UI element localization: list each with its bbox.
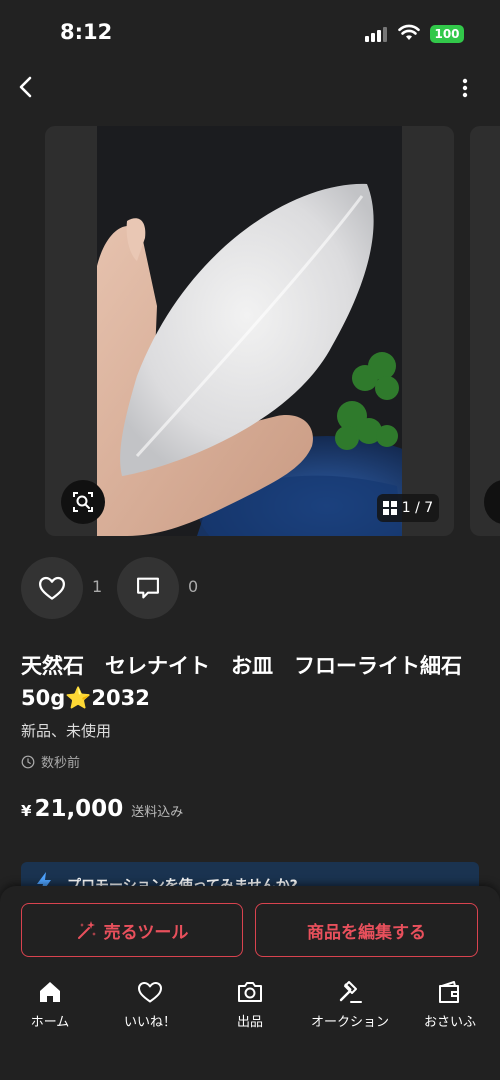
price-amount: 21,000 xyxy=(34,796,124,822)
battery-indicator: 100 xyxy=(430,25,464,43)
scan-search-icon xyxy=(73,492,93,512)
zoom-button[interactable] xyxy=(61,480,105,524)
tab-home-label: ホーム xyxy=(30,1015,70,1030)
image-card[interactable] xyxy=(45,126,454,536)
tab-likes-label: いいね！ xyxy=(123,1015,176,1030)
tab-bar: ホーム いいね！ 出品 オークション おさいふ xyxy=(0,978,500,1034)
magic-wand-icon xyxy=(77,921,96,939)
comment-icon xyxy=(137,577,159,599)
like-button[interactable] xyxy=(21,557,83,619)
tab-likes[interactable]: いいね！ xyxy=(100,978,200,1034)
tab-wallet-label: おさいふ xyxy=(423,1015,476,1030)
sell-tools-label: 売るツール xyxy=(103,922,189,943)
more-vertical-icon[interactable] xyxy=(455,76,475,100)
grid-icon xyxy=(382,501,397,515)
bottom-panel: 売るツール 商品を編集する ホーム いいね！ 出品 オークション おさいふ xyxy=(0,886,500,1080)
posted-time-text: 数秒前 xyxy=(41,756,81,771)
tab-listing-label: 出品 xyxy=(236,1015,263,1030)
tab-home[interactable]: ホーム xyxy=(0,978,100,1034)
image-counter-text: 1 / 7 xyxy=(401,500,434,516)
gavel-icon xyxy=(339,981,362,1003)
tab-auction[interactable]: オークション xyxy=(300,978,400,1034)
back-arrow-icon[interactable] xyxy=(14,74,40,100)
camera-icon xyxy=(238,982,262,1002)
cellular-signal-icon xyxy=(365,26,389,42)
edit-item-label: 商品を編集する xyxy=(307,922,426,943)
currency-symbol: ¥ xyxy=(21,802,32,820)
tab-wallet[interactable]: おさいふ xyxy=(400,978,500,1034)
clock-icon xyxy=(21,755,35,768)
home-icon xyxy=(40,982,60,1002)
tab-auction-label: オークション xyxy=(310,1015,389,1030)
heart-icon xyxy=(39,576,65,600)
wifi-icon xyxy=(398,24,420,40)
price: ¥ 21,000 送料込み xyxy=(21,796,183,822)
status-time: 8:12 xyxy=(60,20,113,44)
next-image-card[interactable] xyxy=(470,126,500,536)
product-photo[interactable] xyxy=(97,126,402,536)
shipping-note: 送料込み xyxy=(131,805,184,820)
comment-count: 0 xyxy=(188,577,199,596)
heart-icon xyxy=(138,982,162,1003)
comment-button[interactable] xyxy=(117,557,179,619)
like-count: 1 xyxy=(92,577,103,596)
tab-listing[interactable]: 出品 xyxy=(200,978,300,1034)
image-counter: 1 / 7 xyxy=(377,494,439,522)
status-bar: 8:12 100 xyxy=(0,0,500,66)
image-gallery[interactable] xyxy=(0,126,500,536)
item-title: 天然石 セレナイト お皿 フローライト細石 50g⭐️2032 xyxy=(21,654,462,710)
posted-time: 数秒前 xyxy=(21,752,80,771)
item-condition: 新品、未使用 xyxy=(21,722,112,740)
edit-item-button[interactable]: 商品を編集する xyxy=(255,903,478,957)
wallet-icon xyxy=(439,981,459,1003)
sell-tools-button[interactable]: 売るツール xyxy=(21,903,243,957)
